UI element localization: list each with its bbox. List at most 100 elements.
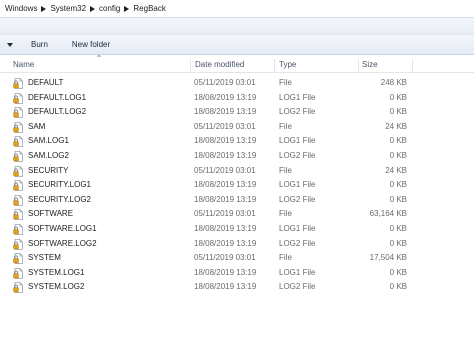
file-row[interactable]: SOFTWARE 05/11/2019 03:01 File 63,164 KB	[0, 207, 474, 222]
breadcrumb-item-config[interactable]: config	[97, 4, 122, 13]
file-date-modified: 05/11/2019 03:01	[194, 209, 256, 219]
file-size: 0 KB	[389, 136, 407, 146]
file-date-modified: 18/08/2019 13:19	[194, 267, 257, 277]
file-row[interactable]: SOFTWARE.LOG2 18/08/2019 13:19 LOG2 File 0 …	[0, 237, 474, 252]
column-header-date-modified[interactable]: Date modified	[191, 57, 244, 73]
file-type: File	[279, 121, 292, 131]
file-row[interactable]: SAM.LOG2 18/08/2019 13:19 LOG2 File 0 KB	[0, 149, 474, 164]
file-size: 0 KB	[389, 267, 407, 277]
file-name[interactable]: SAM.LOG1	[28, 134, 69, 149]
file-type: LOG1 File	[279, 223, 316, 233]
file-name[interactable]: SOFTWARE	[28, 207, 73, 222]
file-row[interactable]: SYSTEM.LOG1 18/08/2019 13:19 LOG1 File 0 KB	[0, 266, 474, 281]
breadcrumb-item-system32[interactable]: System32	[48, 4, 88, 13]
column-header-type[interactable]: Type	[275, 57, 296, 73]
file-size: 0 KB	[389, 92, 407, 102]
file-size: 248 KB	[380, 78, 407, 87]
column-header-size[interactable]: Size	[358, 57, 378, 73]
chevron-right-icon[interactable]	[39, 3, 48, 15]
file-size: 0 KB	[389, 180, 407, 190]
file-row[interactable]: SECURITY.LOG1 18/08/2019 13:19 LOG1 File 0 …	[0, 178, 474, 193]
locked-file-icon	[13, 194, 24, 206]
file-name[interactable]: SAM	[28, 120, 45, 135]
file-date-modified: 18/08/2019 13:19	[194, 282, 257, 292]
file-size: 0 KB	[389, 282, 407, 292]
file-row[interactable]: SYSTEM 05/11/2019 03:01 File 17,504 KB	[0, 251, 474, 266]
file-date-modified: 18/08/2019 13:19	[194, 180, 257, 190]
file-size: 24 KB	[385, 165, 407, 175]
file-type: LOG1 File	[279, 180, 316, 190]
file-date-modified: 05/11/2019 03:01	[194, 121, 256, 131]
file-row[interactable]: DEFAULT.LOG2 18/08/2019 13:19 LOG2 File 0 K…	[0, 105, 474, 120]
file-size: 24 KB	[385, 121, 407, 131]
file-name[interactable]: SAM.LOG2	[28, 149, 69, 164]
file-name[interactable]: DEFAULT.LOG1	[28, 91, 86, 106]
file-row[interactable]: SOFTWARE.LOG1 18/08/2019 13:19 LOG1 File 0 …	[0, 222, 474, 237]
file-row[interactable]: DEFAULT.LOG1 18/08/2019 13:19 LOG1 File 0 K…	[0, 91, 474, 106]
breadcrumb-item-windows[interactable]: Windows	[3, 4, 39, 13]
locked-file-icon	[13, 253, 24, 265]
file-date-modified: 05/11/2019 03:01	[194, 78, 256, 87]
file-type: LOG1 File	[279, 92, 316, 102]
file-name[interactable]: SYSTEM.LOG2	[28, 280, 84, 295]
file-type: LOG2 File	[279, 107, 316, 117]
file-size: 0 KB	[389, 194, 407, 204]
locked-file-icon	[13, 180, 24, 192]
locked-file-icon	[13, 136, 24, 148]
column-header-name[interactable]: Name	[9, 57, 34, 73]
address-bar[interactable]: Windows System32 config RegBack	[0, 0, 474, 18]
file-type: File	[279, 253, 292, 263]
locked-file-icon	[13, 78, 24, 89]
file-size: 63,164 KB	[369, 209, 407, 219]
locked-file-icon	[13, 238, 24, 250]
file-type: File	[279, 165, 292, 175]
file-name[interactable]: SYSTEM	[28, 251, 61, 266]
file-type: LOG1 File	[279, 267, 316, 277]
triangle-down-icon[interactable]	[0, 36, 20, 54]
column-divider[interactable]	[412, 59, 413, 72]
file-type: LOG2 File	[279, 238, 316, 248]
file-name[interactable]: SOFTWARE.LOG1	[28, 222, 97, 237]
file-date-modified: 18/08/2019 13:19	[194, 223, 257, 233]
file-row[interactable]: DEFAULT 05/11/2019 03:01 File 248 KB	[0, 76, 474, 91]
locked-file-icon	[13, 282, 24, 294]
file-type: File	[279, 209, 292, 219]
file-type: File	[279, 78, 292, 87]
file-date-modified: 18/08/2019 13:19	[194, 136, 257, 146]
file-row[interactable]: SECURITY.LOG2 18/08/2019 13:19 LOG2 File 0 …	[0, 193, 474, 208]
file-row[interactable]: SECURITY 05/11/2019 03:01 File 24 KB	[0, 164, 474, 179]
command-toolbar: Burn New folder	[0, 35, 474, 55]
file-row[interactable]: SAM.LOG1 18/08/2019 13:19 LOG1 File 0 KB	[0, 134, 474, 149]
file-date-modified: 18/08/2019 13:19	[194, 238, 257, 248]
file-size: 0 KB	[389, 238, 407, 248]
file-name[interactable]: SECURITY.LOG1	[28, 178, 91, 193]
file-type: LOG2 File	[279, 194, 316, 204]
chevron-right-icon[interactable]	[122, 3, 131, 15]
navigation-strip	[0, 18, 474, 35]
locked-file-icon	[13, 107, 24, 119]
locked-file-icon	[13, 224, 24, 235]
locked-file-icon	[13, 267, 24, 279]
file-name[interactable]: DEFAULT	[28, 76, 63, 91]
chevron-right-icon[interactable]	[88, 3, 97, 15]
new-folder-button[interactable]: New folder	[67, 37, 115, 52]
file-date-modified: 05/11/2019 03:01	[194, 253, 256, 263]
locked-file-icon	[13, 151, 24, 162]
burn-button[interactable]: Burn	[26, 37, 53, 52]
file-name[interactable]: SOFTWARE.LOG2	[28, 237, 97, 252]
file-size: 17,504 KB	[369, 253, 407, 263]
file-date-modified: 18/08/2019 13:19	[194, 92, 257, 102]
breadcrumb-item-regback[interactable]: RegBack	[131, 4, 167, 13]
file-date-modified: 18/08/2019 13:19	[194, 150, 257, 160]
file-name[interactable]: SECURITY	[28, 164, 68, 179]
file-name[interactable]: SECURITY.LOG2	[28, 193, 91, 208]
file-name[interactable]: DEFAULT.LOG2	[28, 105, 86, 120]
breadcrumb: Windows System32 config RegBack	[0, 0, 168, 17]
file-date-modified: 18/08/2019 13:19	[194, 194, 257, 204]
file-type: LOG1 File	[279, 136, 316, 146]
file-date-modified: 05/11/2019 03:01	[194, 165, 256, 175]
file-row[interactable]: SAM 05/11/2019 03:01 File 24 KB	[0, 120, 474, 135]
file-row[interactable]: SYSTEM.LOG2 18/08/2019 13:19 LOG2 File 0 KB	[0, 280, 474, 295]
locked-file-icon	[13, 209, 24, 221]
file-name[interactable]: SYSTEM.LOG1	[28, 266, 84, 281]
